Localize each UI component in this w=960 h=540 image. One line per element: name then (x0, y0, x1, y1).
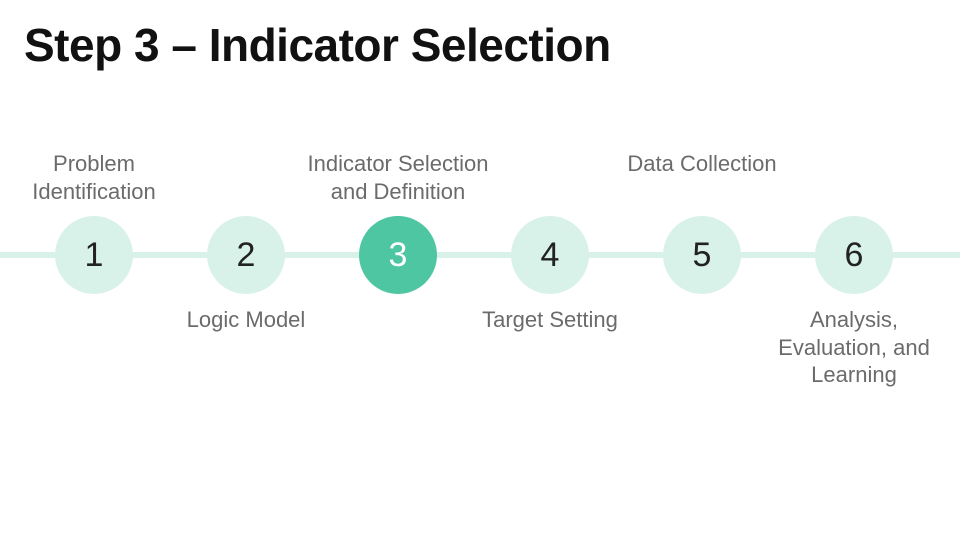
step-label-2: Logic Model (146, 306, 346, 334)
step-label-6: Analysis, Evaluation, and Learning (754, 306, 954, 389)
step-circle-3: 3 (359, 216, 437, 294)
slide-title: Step 3 – Indicator Selection (24, 18, 611, 72)
step-circle-2: 2 (207, 216, 285, 294)
step-label-4: Target Setting (450, 306, 650, 334)
step-label-5: Data Collection (602, 150, 802, 178)
step-circle-4: 4 (511, 216, 589, 294)
step-circle-6: 6 (815, 216, 893, 294)
timeline-steps: 123456 (0, 216, 960, 296)
step-label-1: Problem Identification (0, 150, 194, 205)
step-circle-5: 5 (663, 216, 741, 294)
slide: Step 3 – Indicator Selection 123456 Prob… (0, 0, 960, 540)
step-circle-1: 1 (55, 216, 133, 294)
step-label-3: Indicator Selection and Definition (298, 150, 498, 205)
